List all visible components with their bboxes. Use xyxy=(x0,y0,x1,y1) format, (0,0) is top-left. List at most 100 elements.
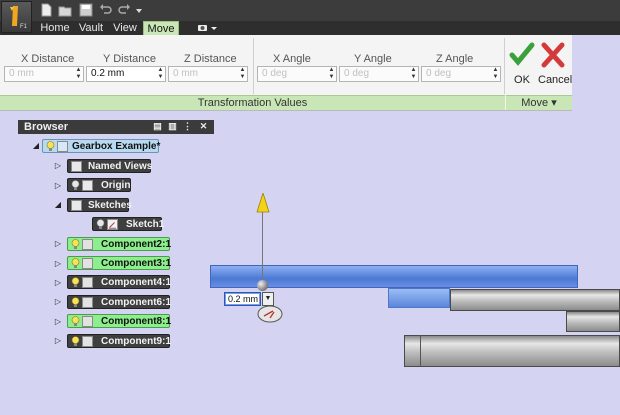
y-angle-spinner[interactable]: ▲ ▼ xyxy=(409,67,418,81)
y-angle-field[interactable]: 0 deg ▲ ▼ xyxy=(339,66,419,82)
distance-input[interactable]: 0.2 mm xyxy=(224,292,261,306)
browser-item-label: Component2:1 xyxy=(101,239,171,250)
close-icon[interactable]: ✕ xyxy=(198,121,209,132)
x-angle-field[interactable]: 0 deg ▲ ▼ xyxy=(257,66,337,82)
dropdown-icon[interactable] xyxy=(134,3,144,17)
move-arrow-icon[interactable] xyxy=(256,193,270,213)
expand-icon[interactable]: ▷ xyxy=(54,260,62,268)
expand-icon[interactable]: ▷ xyxy=(54,162,62,170)
z-angle-spinner[interactable]: ▲ ▼ xyxy=(491,67,500,81)
move-origin-handle[interactable] xyxy=(257,280,268,291)
gearbox-body-part[interactable] xyxy=(450,289,620,311)
cancel-button[interactable]: Cancel xyxy=(538,40,573,90)
browser-item-label: Sketches xyxy=(88,200,132,211)
browser-item-label: Component8:1 xyxy=(101,316,171,327)
save-icon[interactable] xyxy=(79,3,93,17)
folder-icon xyxy=(71,200,82,211)
gearbox-shaft-part[interactable] xyxy=(566,311,620,332)
expand-icon[interactable]: ▷ xyxy=(54,318,62,326)
collapse-icon[interactable]: ◢ xyxy=(32,142,40,150)
camera-dropdown-icon[interactable] xyxy=(195,22,221,34)
x-distance-field[interactable]: 0 mm ▲ ▼ xyxy=(4,66,84,82)
assembly-icon xyxy=(57,141,68,152)
z-distance-spinner[interactable]: ▲ ▼ xyxy=(238,67,247,81)
browser-item-component8[interactable]: Component8:1 xyxy=(67,314,171,328)
browser-item-label: Component4:1 xyxy=(101,277,171,288)
ok-label: OK xyxy=(514,74,530,86)
lightbulb-icon xyxy=(96,219,105,229)
separator xyxy=(504,38,505,94)
move-panel-label[interactable]: Move ▾ xyxy=(506,95,572,110)
y-distance-spinner[interactable]: ▲ ▼ xyxy=(156,67,165,81)
tab-move[interactable]: Move xyxy=(143,21,179,35)
filter-icon[interactable]: ▤ xyxy=(152,121,163,132)
x-distance-spinner[interactable]: ▲ ▼ xyxy=(74,67,83,81)
z-angle-label: Z Angle xyxy=(436,53,474,65)
part-icon xyxy=(82,239,93,250)
ok-button[interactable]: OK xyxy=(507,40,537,90)
inventor-logo-icon: F1 xyxy=(10,6,27,30)
undo-icon[interactable] xyxy=(99,3,113,17)
lightbulb-icon xyxy=(71,277,80,287)
tab-view[interactable]: View xyxy=(110,21,140,35)
browser-item-label: Sketch1 xyxy=(126,219,165,230)
browser-root-node[interactable]: Gearbox Example* xyxy=(42,139,161,153)
application-menu-button[interactable]: F1 xyxy=(1,1,32,33)
browser-item-component3[interactable]: Component3:1 xyxy=(67,256,171,270)
expand-icon[interactable]: ▷ xyxy=(54,182,62,190)
root-label: Gearbox Example* xyxy=(72,141,161,152)
part-icon xyxy=(82,297,93,308)
browser-item-label: Named Views xyxy=(88,161,153,172)
open-icon[interactable] xyxy=(58,3,72,17)
new-icon[interactable] xyxy=(39,3,53,17)
browser-item-label: Component3:1 xyxy=(101,258,171,269)
browser-item-sketches[interactable]: Sketches xyxy=(67,198,132,212)
move-gizmo-icon[interactable] xyxy=(257,304,283,323)
menu-icon[interactable]: ⋮ xyxy=(182,121,193,132)
y-distance-field[interactable]: 0.2 mm ▲ ▼ xyxy=(86,66,166,82)
expand-icon[interactable]: ▷ xyxy=(54,337,62,345)
browser-item-label: Component9:1 xyxy=(101,336,171,347)
svg-text:F1: F1 xyxy=(20,24,27,30)
collapse-icon[interactable]: ◢ xyxy=(54,201,62,209)
expand-icon[interactable]: ▷ xyxy=(54,298,62,306)
find-icon[interactable]: ▥ xyxy=(167,121,178,132)
tab-home[interactable]: Home xyxy=(37,21,73,35)
z-distance-value: 0 mm xyxy=(173,68,198,79)
lightbulb-icon xyxy=(71,180,80,190)
y-angle-value: 0 deg xyxy=(344,68,370,79)
tab-vault[interactable]: Vault xyxy=(75,21,107,35)
part-icon xyxy=(82,336,93,347)
lightbulb-icon xyxy=(71,258,80,268)
move-panel-text: Move xyxy=(521,97,549,109)
z-distance-label: Z Distance xyxy=(184,53,237,65)
browser-item-named-views[interactable]: Named Views xyxy=(67,159,153,173)
z-distance-field[interactable]: 0 mm ▲ ▼ xyxy=(168,66,248,82)
transformation-panel-label: Transformation Values xyxy=(0,95,505,110)
gearbox-base-part[interactable] xyxy=(404,335,620,367)
browser-item-sketch1[interactable]: Sketch1 xyxy=(92,217,165,231)
redo-icon[interactable] xyxy=(117,3,131,17)
x-distance-value: 0 mm xyxy=(9,68,34,79)
browser-item-component9[interactable]: Component9:1 xyxy=(67,334,171,348)
checkmark-icon xyxy=(509,42,535,66)
lightbulb-icon xyxy=(71,297,80,307)
browser-item-origin[interactable]: Origin xyxy=(67,178,131,192)
expand-icon[interactable]: ▷ xyxy=(54,279,62,287)
lightbulb-icon xyxy=(71,316,80,326)
browser-item-component6[interactable]: Component6:1 xyxy=(67,295,171,309)
folder-icon xyxy=(82,180,93,191)
cancel-label: Cancel xyxy=(538,74,573,86)
ribbon-tab-bar: Home Vault View Move xyxy=(0,21,620,35)
x-distance-label: X Distance xyxy=(21,53,75,65)
browser-item-label: Component6:1 xyxy=(101,297,171,308)
expand-icon[interactable]: ▷ xyxy=(54,240,62,248)
x-angle-spinner[interactable]: ▲ ▼ xyxy=(327,67,336,81)
folder-icon xyxy=(71,161,82,172)
selected-component-block[interactable] xyxy=(388,288,450,308)
separator xyxy=(253,38,254,94)
move-arrow-shaft xyxy=(262,212,263,284)
browser-item-component4[interactable]: Component4:1 xyxy=(67,275,171,289)
z-angle-field[interactable]: 0 deg ▲ ▼ xyxy=(421,66,501,82)
browser-item-component2[interactable]: Component2:1 xyxy=(67,237,171,251)
